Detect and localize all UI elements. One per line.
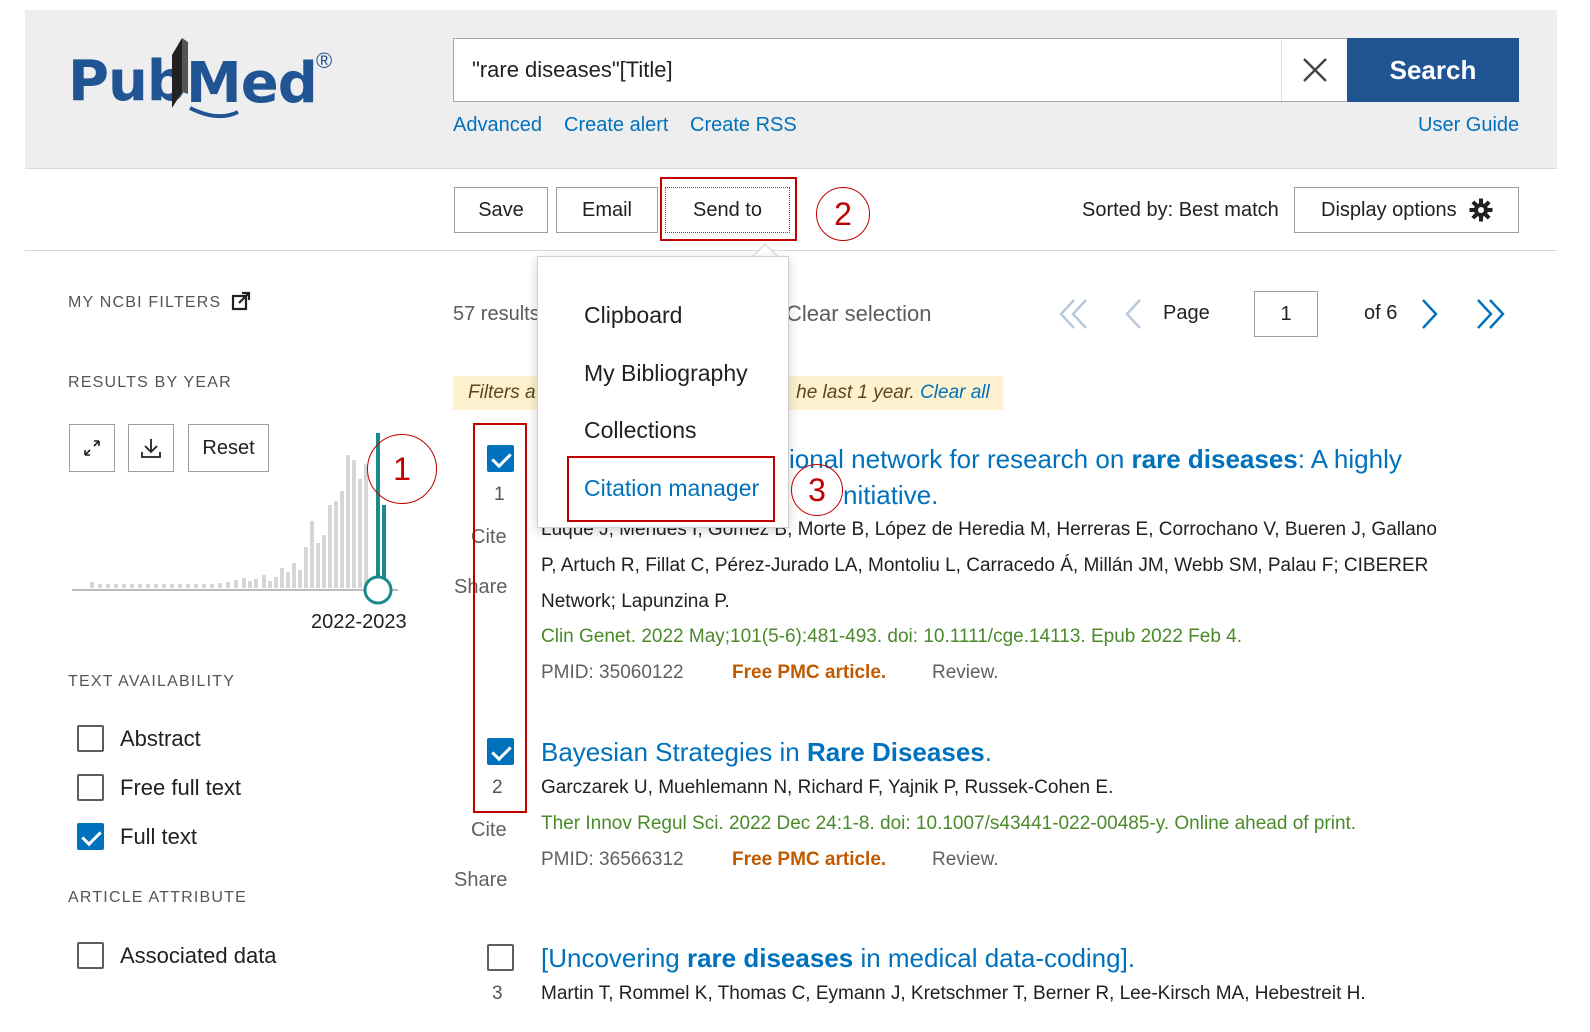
result-1-authors-line3: Network; Lapunzina P.	[541, 591, 730, 612]
advanced-link[interactable]: Advanced	[453, 114, 542, 137]
annotation-box-send-to	[660, 177, 797, 241]
filter-banner-suffix: he last 1 year.	[796, 382, 915, 403]
full-text-checkbox[interactable]	[77, 823, 104, 850]
search-box[interactable]	[453, 38, 1348, 102]
gear-icon	[1469, 198, 1493, 222]
result-2-title-pre: Bayesian Strategies in	[541, 737, 807, 767]
result-2-journal: Ther Innov Regul Sci. 2022 Dec 24:1-8. d…	[541, 813, 1357, 834]
clear-search-button[interactable]	[1281, 39, 1347, 101]
result-1-free-pmc[interactable]: Free PMC article.	[732, 662, 886, 684]
year-histogram-bars	[90, 455, 368, 588]
result-1-journal: Clin Genet. 2022 May;101(5-6):481-493. d…	[541, 626, 1243, 647]
svg-text:Pub: Pub	[68, 49, 186, 114]
annotation-box-checkboxes	[473, 423, 527, 813]
save-button[interactable]: Save	[454, 187, 548, 233]
page-count-label: of 6	[1364, 302, 1398, 324]
first-page-icon[interactable]	[1058, 297, 1090, 331]
page-label: Page	[1163, 302, 1210, 324]
result-2-title[interactable]: Bayesian Strategies in Rare Diseases.	[541, 737, 992, 768]
result-1-title-line2[interactable]: nitiative.	[843, 480, 938, 511]
clear-all-filters-link[interactable]: Clear all	[920, 382, 990, 403]
next-page-icon[interactable]	[1419, 297, 1441, 331]
result-2-pmid: PMID: 36566312	[541, 849, 684, 870]
result-3-authors: Martin T, Rommel K, Thomas C, Eymann J, …	[541, 983, 1366, 1004]
pubmed-logo[interactable]: Pub Med ®	[68, 30, 348, 125]
registered-mark: ®	[316, 48, 333, 73]
user-guide-link[interactable]: User Guide	[1418, 114, 1519, 137]
annotation-marker-3: 3	[791, 464, 843, 516]
result-2-authors: Garczarek U, Muehlemann N, Richard F, Ya…	[541, 777, 1114, 798]
result-2-free-pmc[interactable]: Free PMC article.	[732, 849, 886, 871]
abstract-checkbox[interactable]	[77, 725, 104, 752]
annotation-marker-2: 2	[816, 187, 870, 241]
result-2-review: Review.	[932, 849, 999, 870]
clear-selection-link[interactable]: Clear selection	[786, 301, 932, 327]
text-availability-heading: TEXT AVAILABILITY	[68, 673, 236, 690]
create-alert-link[interactable]: Create alert	[564, 114, 669, 137]
result-1-title-bold: rare diseases	[1131, 444, 1298, 474]
result-1-title[interactable]: ional network for research on rare disea…	[789, 444, 1402, 475]
results-by-year-chart[interactable]	[68, 425, 408, 610]
search-button[interactable]: Search	[1347, 38, 1519, 102]
annotation-marker-1: 1	[367, 434, 437, 504]
free-full-text-checkbox[interactable]	[77, 774, 104, 801]
result-3-checkbox[interactable]	[487, 944, 514, 971]
result-1-pmid: PMID: 35060122	[541, 662, 684, 683]
associated-data-label[interactable]: Associated data	[120, 943, 277, 969]
last-page-icon[interactable]	[1474, 297, 1506, 331]
result-2-title-bold: Rare Diseases	[806, 737, 985, 767]
svg-text:Med: Med	[186, 51, 317, 116]
article-attribute-heading: ARTICLE ATTRIBUTE	[68, 889, 247, 906]
filter-banner-prefix: Filters a	[468, 382, 536, 403]
result-3-title-post: in medical data-coding].	[853, 943, 1136, 973]
result-2-share[interactable]: Share	[454, 869, 507, 892]
result-1-title-post: : A highly	[1297, 444, 1402, 474]
sorted-by-label: Sorted by: Best match	[1082, 199, 1279, 221]
associated-data-checkbox[interactable]	[77, 942, 104, 969]
result-1-review: Review.	[932, 662, 999, 683]
close-icon	[1302, 58, 1327, 82]
result-2-title-post: .	[984, 737, 992, 767]
external-link-icon[interactable]	[231, 291, 251, 311]
display-options-label: Display options	[1321, 198, 1457, 221]
display-options-button[interactable]: Display options	[1294, 187, 1519, 233]
header-divider	[25, 168, 1557, 169]
email-button[interactable]: Email	[556, 187, 658, 233]
result-3-number: 3	[492, 983, 503, 1004]
result-1-title-pre: ional network for research on	[789, 444, 1132, 474]
year-range-label: 2022-2023	[311, 611, 407, 633]
range-slider-handle	[363, 575, 393, 605]
result-2-cite[interactable]: Cite	[471, 819, 507, 842]
send-to-clipboard[interactable]: Clipboard	[584, 302, 682, 329]
results-by-year-heading: RESULTS BY YEAR	[68, 374, 232, 391]
search-input[interactable]	[454, 57, 1274, 83]
full-text-label[interactable]: Full text	[120, 824, 197, 850]
result-3-title[interactable]: [Uncovering rare diseases in medical dat…	[541, 943, 1135, 974]
toolbar-divider	[25, 250, 1557, 251]
annotation-box-citation-manager	[567, 456, 775, 522]
create-rss-link[interactable]: Create RSS	[690, 114, 797, 137]
result-1-authors-line2: P, Artuch R, Fillat C, Pérez-Jurado LA, …	[541, 555, 1429, 576]
result-3-title-bold: rare diseases	[686, 943, 854, 973]
send-to-my-bibliography[interactable]: My Bibliography	[584, 360, 748, 387]
send-to-collections[interactable]: Collections	[584, 417, 697, 444]
pubmed-logo-icon: Pub Med	[68, 38, 318, 119]
results-count: 57 results	[453, 303, 540, 325]
my-ncbi-filters-heading[interactable]: MY NCBI FILTERS	[68, 294, 221, 312]
previous-page-icon[interactable]	[1122, 297, 1144, 331]
page-number-input[interactable]: 1	[1254, 291, 1318, 337]
free-full-text-label[interactable]: Free full text	[120, 775, 241, 801]
result-3-title-pre: [Uncovering	[541, 943, 687, 973]
abstract-label[interactable]: Abstract	[120, 726, 201, 752]
